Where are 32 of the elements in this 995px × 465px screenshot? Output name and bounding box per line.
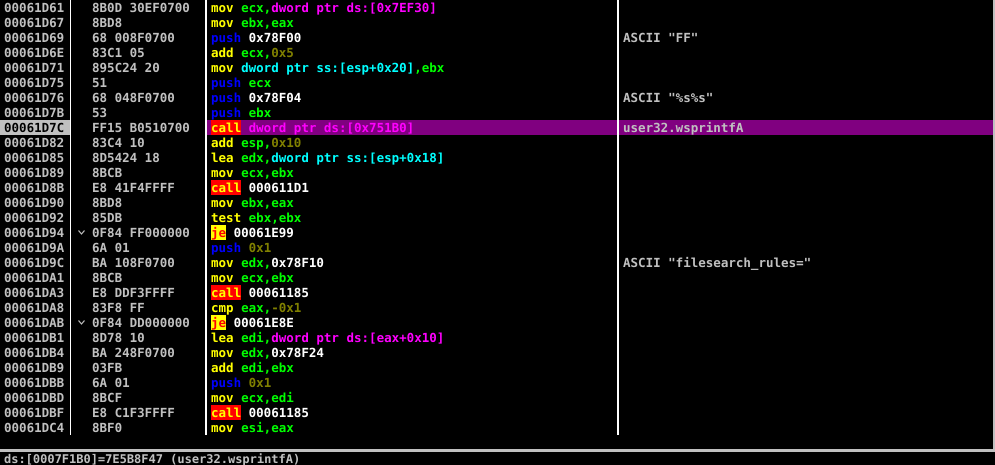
hex-bytes: 83C1 05 [92,45,145,60]
hex-bytes: 8BD8 [92,195,122,210]
hex-bytes: 68 048F0700 [92,90,175,105]
hex-bytes: 8B0D 30EF0700 [92,0,190,15]
hex-bytes: 53 [92,105,108,120]
hex-bytes: 03FB [92,360,122,375]
hex-bytes: 6A 01 [92,375,130,390]
hex-bytes: 8BD8 [92,15,122,30]
hex-bytes: E8 DDF3FFFF [92,285,175,300]
hex-bytes: 8BF0 [92,420,122,435]
hex-bytes: E8 41F4FFFF [92,180,175,195]
address-cell: 00061D7C [0,120,70,135]
hex-bytes: 83F8 FF [92,300,145,315]
hex-bytes: 8D78 10 [92,330,145,345]
hex-bytes: 0F84 FF000000 [92,225,190,240]
hex-bytes: 51 [92,75,108,90]
hex-bytes: 895C24 20 [92,60,160,75]
hex-bytes: 8D5424 18 [92,150,160,165]
hex-bytes: 8BCF [92,390,122,405]
hex-bytes: 85DB [92,210,122,225]
hex-bytes: E8 C1F3FFFF [92,405,175,420]
hex-bytes: 83C4 10 [92,135,145,150]
hex-bytes: 6A 01 [92,240,130,255]
hex-bytes: 68 008F0700 [92,30,175,45]
hex-bytes: FF15 B0510700 [92,120,190,135]
hex-bytes: BA 108F0700 [92,255,175,270]
hex-bytes: BA 248F0700 [92,345,175,360]
instruction-cell: call dword ptr ds:[0x751B0] [205,120,617,135]
comment-cell: user32.wsprintfA [617,120,993,135]
hex-bytes: 0F84 DD000000 [92,315,190,330]
hex-bytes: 8BCB [92,165,122,180]
hex-bytes: 8BCB [92,270,122,285]
